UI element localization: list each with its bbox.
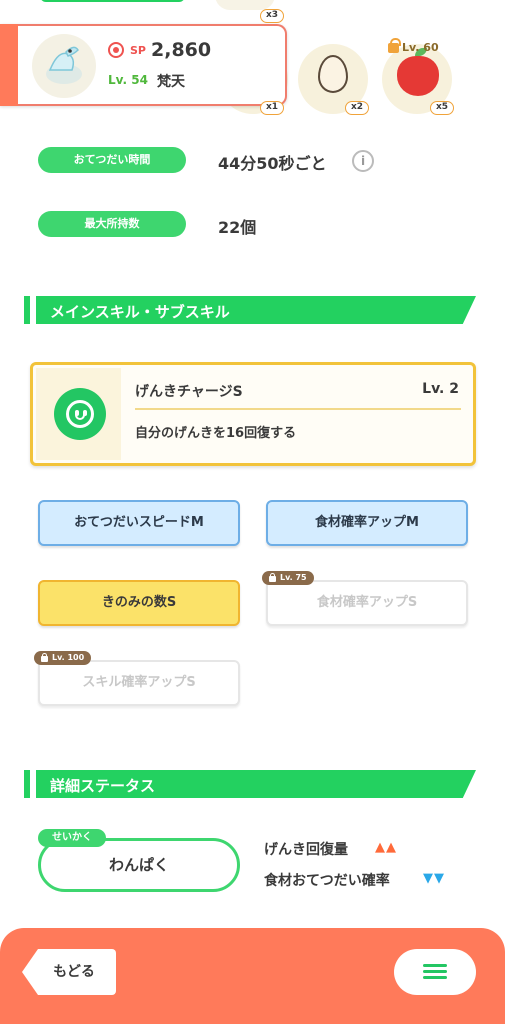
previous-pill (40, 0, 185, 2)
sub-skill-help-speed-m[interactable]: おてつだいスピードM (38, 500, 240, 546)
divider (135, 408, 461, 410)
lock-icon (269, 573, 276, 582)
status-section-title: 詳細ステータス (50, 777, 156, 795)
pokemon-name: 梵天 (157, 74, 185, 90)
skills-section-title: メインスキル・サブスキル (50, 303, 230, 321)
pokemon-card[interactable]: SP 2,860 Lv. 54 梵天 (0, 24, 287, 106)
status-section-header: 詳細ステータス (24, 770, 476, 798)
info-icon[interactable]: i (352, 150, 374, 172)
skills-section-header: メインスキル・サブスキル (24, 296, 476, 324)
apple-icon (397, 48, 439, 96)
menu-button[interactable] (394, 949, 476, 995)
help-time-label: おてつだい時間 (38, 147, 186, 173)
main-skill-name: げんきチャージS (135, 384, 243, 400)
max-carry-label: 最大所持数 (38, 211, 186, 237)
egg-count-chip: x2 (345, 101, 370, 115)
main-skill-card[interactable]: げんきチャージS Lv. 2 自分のげんきを16回復する (30, 362, 476, 466)
apple-lock-badge: Lv. 60 (388, 37, 439, 54)
egg-icon (318, 55, 348, 93)
nature-up-effect: げんき回復量 (264, 842, 348, 858)
lock-icon (41, 653, 48, 662)
pokeball-icon (108, 42, 124, 58)
hamburger-menu-icon (423, 964, 447, 967)
main-skill-level: Lv. 2 (422, 381, 459, 397)
nature-value: わんぱく (108, 856, 169, 874)
footer-bar: もどる (0, 928, 505, 1024)
lock-level-75: Lv. 75 (280, 573, 307, 582)
nature-down-effect: 食材おてつだい確率 (264, 873, 390, 889)
apple-count-chip: x5 (430, 101, 455, 115)
main-skill-description: 自分のげんきを16回復する (135, 426, 297, 441)
up-arrows-icon: ▲▲ (375, 840, 397, 855)
sp-value: 2,860 (151, 39, 212, 61)
smile-icon (54, 388, 106, 440)
card-item-count-chip: x1 (260, 101, 285, 115)
back-button[interactable]: もどる (22, 949, 116, 995)
sub-skill-skill-trigger-s[interactable]: スキル確率アップS (38, 660, 240, 706)
nature-tag: せいかく (38, 829, 106, 847)
ingredient-count-chip: x3 (260, 9, 285, 23)
max-carry-value: 22個 (218, 218, 257, 237)
apple-lock-level: Lv. 60 (402, 41, 439, 54)
lock-level-100: Lv. 100 (52, 653, 85, 662)
lock-icon (388, 37, 401, 53)
lock-tag-lv100: Lv. 100 (34, 651, 92, 665)
sub-skill-ingredient-finder-m[interactable]: 食材確率アップM (266, 500, 468, 546)
help-time-value: 44分50秒ごと (218, 154, 327, 173)
sub-skill-berry-finding-s[interactable]: きのみの数S (38, 580, 240, 626)
sub-skill-ingredient-finder-s[interactable]: 食材確率アップS (266, 580, 468, 626)
lock-tag-lv75: Lv. 75 (262, 571, 314, 585)
sp-label: SP (130, 44, 146, 57)
pokemon-avatar (32, 34, 96, 98)
down-arrows-icon: ▼▼ (423, 871, 445, 886)
pokemon-level: Lv. 54 (108, 73, 148, 87)
